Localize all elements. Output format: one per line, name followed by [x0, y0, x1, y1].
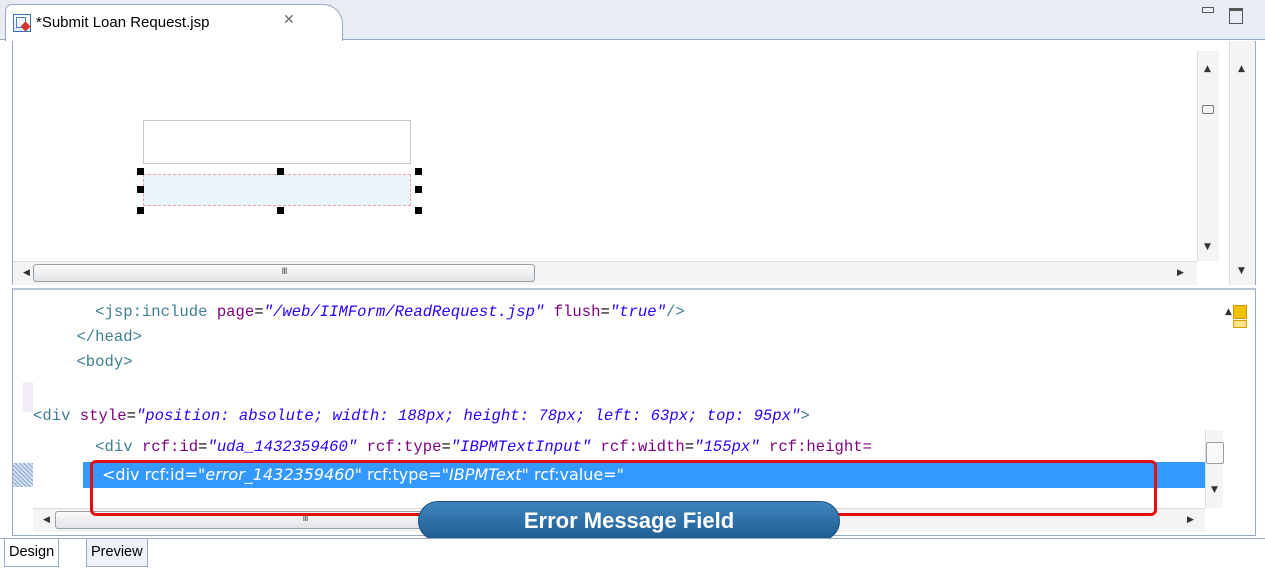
resize-handle[interactable] [137, 186, 144, 193]
design-horizontal-scrollbar[interactable]: ◀ III ▶ [13, 261, 1197, 285]
code-token: <jsp:include [95, 303, 217, 321]
code-token: = [126, 407, 136, 425]
scroll-down-arrow[interactable]: ▼ [1204, 243, 1211, 252]
scroll-down-arrow[interactable]: ▼ [1211, 486, 1218, 495]
resize-handle[interactable] [415, 186, 422, 193]
code-token: flush [553, 303, 601, 321]
code-token: rcf:height= [769, 438, 872, 456]
minimize-icon[interactable] [1200, 4, 1214, 18]
resize-handle[interactable] [415, 168, 422, 175]
overview-ruler: ▲ [1223, 290, 1255, 508]
source-vertical-scrollbar[interactable]: ▼ [1205, 430, 1224, 508]
code-line: <div rcf:id="uda_1432359460" rcf:type="I… [39, 435, 872, 459]
editor-tab[interactable]: *Submit Loan Request.jsp ✕ [5, 4, 343, 41]
code-token: "uda_1432359460" [207, 438, 358, 456]
code-token: <div [33, 407, 80, 425]
code-token: = [684, 438, 695, 456]
error-message-callout: Error Message Field [418, 501, 840, 541]
occurrence-marker-icon[interactable] [1233, 320, 1247, 328]
code-line: <body> [39, 350, 133, 374]
jsp-file-icon [13, 14, 31, 32]
code-token: page [216, 303, 255, 321]
error-message-widget[interactable] [143, 174, 411, 206]
tab-preview[interactable]: Preview [86, 539, 148, 567]
resize-handle[interactable] [277, 207, 284, 214]
scroll-up-arrow[interactable]: ▲ [1238, 65, 1245, 74]
maximize-icon[interactable] [1229, 8, 1243, 24]
code-token: = [600, 303, 610, 321]
code-line: </head> [39, 325, 142, 349]
editor-tab-strip: *Submit Loan Request.jsp ✕ [0, 0, 1265, 41]
code-line: <div style="position: absolute; width: 1… [33, 404, 810, 428]
scroll-right-arrow[interactable]: ▶ [1177, 269, 1184, 278]
design-pane: ▲ ▼ ▲ ▼ ◀ III ▶ [12, 41, 1256, 285]
scroll-left-arrow[interactable]: ◀ [43, 516, 50, 525]
scroll-up-arrow[interactable]: ▲ [1204, 65, 1211, 74]
gutter-selection-marker [13, 463, 33, 487]
resize-handle[interactable] [137, 207, 144, 214]
line-gutter [13, 290, 33, 508]
scroll-grip-icon: III [281, 267, 288, 277]
editor-page-tabs: Design Preview [0, 538, 1265, 568]
code-token: = [254, 303, 264, 321]
tab-design[interactable]: Design [4, 539, 60, 567]
scroll-right-arrow[interactable]: ▶ [1187, 516, 1194, 525]
resize-handle[interactable] [277, 168, 284, 175]
scroll-up-arrow[interactable]: ▲ [1225, 308, 1232, 317]
text-input-widget[interactable] [143, 120, 411, 164]
editor-tab-title: *Submit Loan Request.jsp [36, 14, 210, 31]
gutter-change-marker [23, 382, 33, 412]
scroll-left-arrow[interactable]: ◀ [23, 269, 30, 278]
code-token: rcf:id [141, 438, 199, 456]
resize-handle[interactable] [137, 168, 144, 175]
code-token: <div [95, 438, 142, 456]
resize-handle[interactable] [415, 207, 422, 214]
warning-marker-icon[interactable] [1233, 305, 1247, 319]
design-canvas[interactable] [13, 41, 1197, 261]
code-token: rcf:width [600, 438, 685, 456]
scroll-thumb[interactable]: III [33, 264, 535, 282]
design-inner-vertical-scrollbar[interactable]: ▲ ▼ [1197, 51, 1219, 261]
code-token: style [79, 407, 127, 425]
code-token: "IBPMTextInput" [450, 438, 592, 456]
code-token: /> [666, 303, 685, 321]
code-token: "/web/IIMForm/ReadRequest.jsp" [263, 303, 545, 321]
callout-label: Error Message Field [523, 508, 735, 533]
scroll-grip-icon [1202, 105, 1214, 114]
close-icon[interactable]: ✕ [283, 12, 295, 28]
scroll-thumb[interactable] [1206, 442, 1224, 464]
code-token: <body> [76, 353, 133, 371]
code-token: > [800, 407, 810, 425]
code-line: <jsp:include page="/web/IIMForm/ReadRequ… [39, 300, 685, 324]
code-token: "true" [609, 303, 667, 321]
code-token: </head> [76, 328, 142, 346]
scroll-down-arrow[interactable]: ▼ [1238, 267, 1245, 276]
code-token: rcf:type [366, 438, 442, 456]
code-token: "position: absolute; width: 188px; heigh… [135, 407, 801, 425]
code-token: = [441, 438, 451, 456]
code-token: "155px" [694, 438, 760, 456]
design-outer-vertical-scrollbar[interactable]: ▲ ▼ [1229, 41, 1255, 285]
